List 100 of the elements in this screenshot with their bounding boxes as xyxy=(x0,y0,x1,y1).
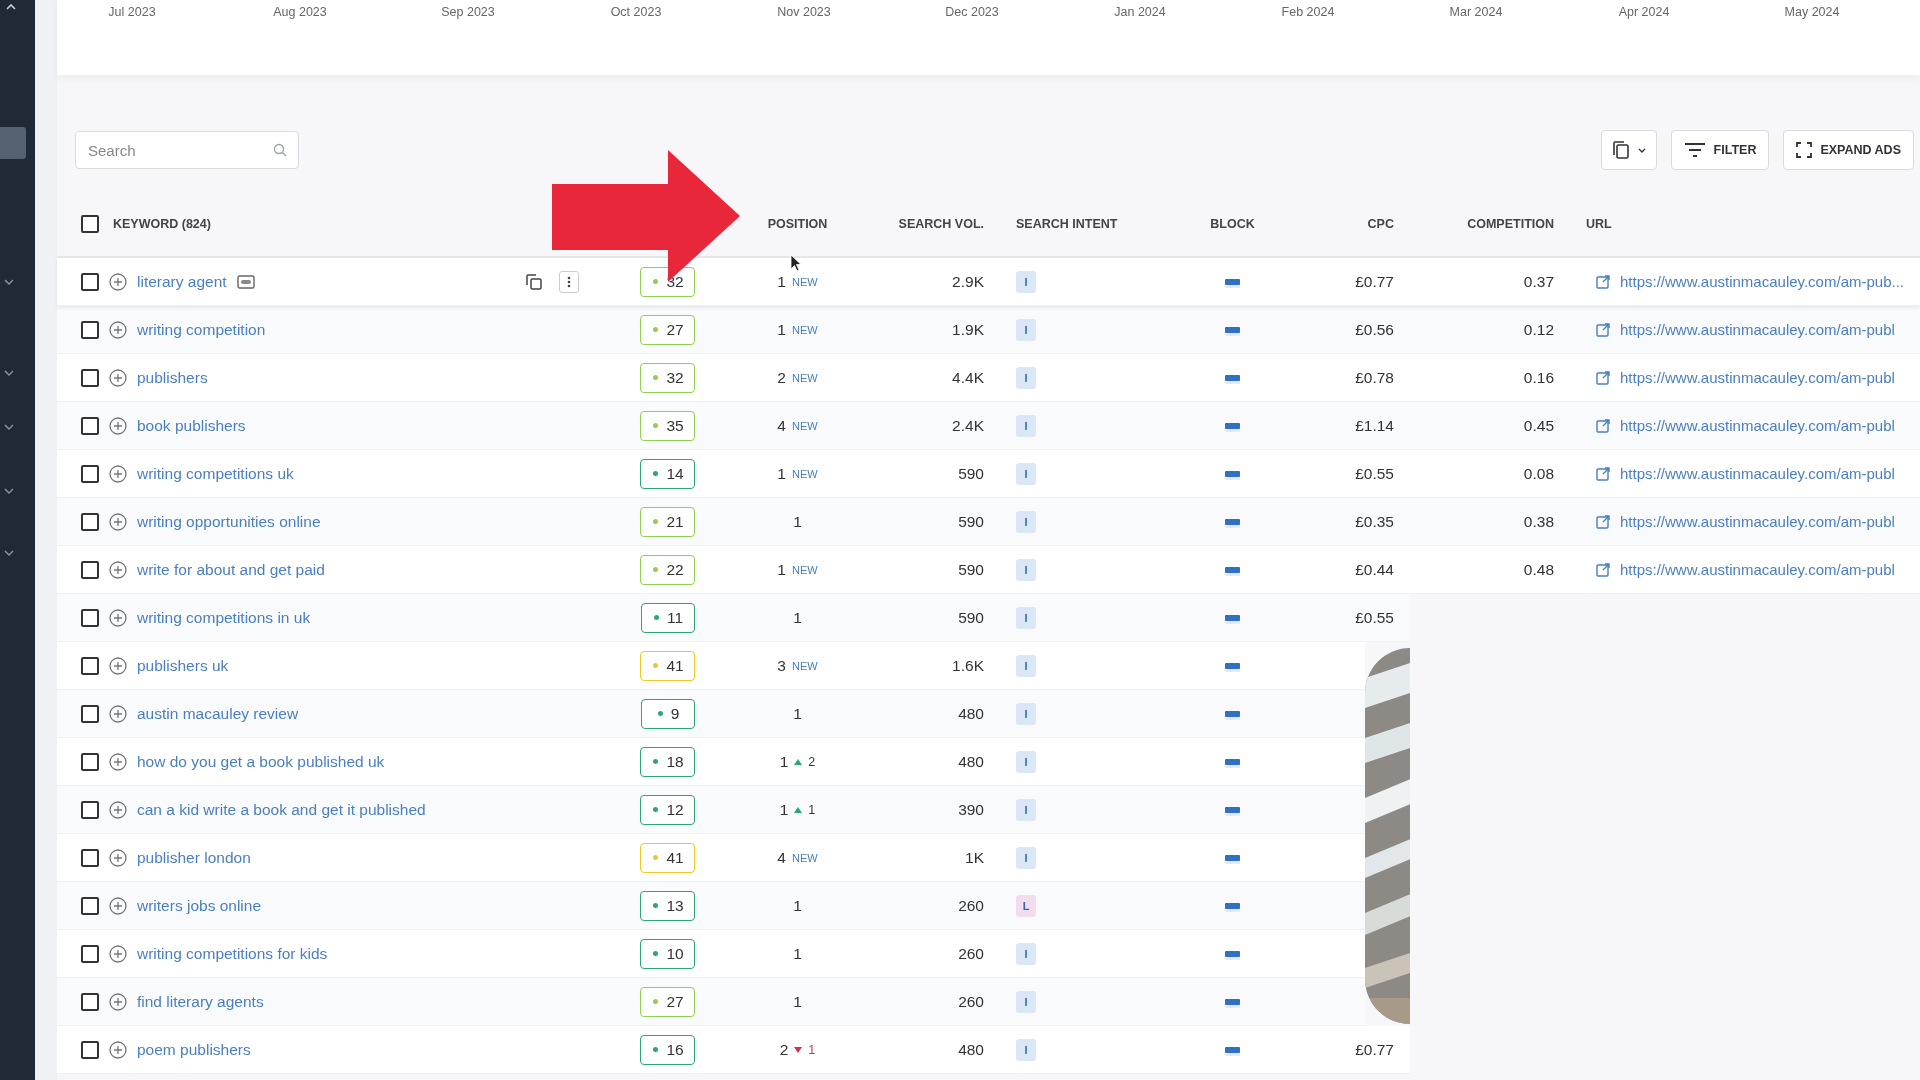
url-link[interactable]: https://www.austinmacauley.com/am-publ xyxy=(1620,417,1895,434)
copy-icon[interactable] xyxy=(525,272,543,291)
checkbox[interactable] xyxy=(81,1040,99,1059)
copy-dropdown[interactable] xyxy=(1600,130,1657,170)
checkbox[interactable] xyxy=(81,320,99,339)
add-icon[interactable] xyxy=(109,752,127,771)
table-row[interactable]: writing competitions uk 14 1 NEW 590 I £0.55 0.08 https://www.austinmacauley.com/am-publ xyxy=(57,450,1920,498)
keyword-link[interactable]: writing competitions for kids xyxy=(137,944,328,963)
filter-button[interactable]: FILTER xyxy=(1670,130,1770,170)
column-header[interactable]: SEARCH VOL. xyxy=(898,217,984,231)
table-row[interactable]: write for about and get paid 22 1 NEW 590 I £0.44 0.48 https://www.austinmacauley.com/am-publ xyxy=(57,546,1920,594)
expand-ads-button[interactable]: EXPAND ADS xyxy=(1783,130,1914,170)
add-icon[interactable] xyxy=(109,368,127,387)
external-link-icon[interactable] xyxy=(1596,562,1610,577)
checkbox[interactable] xyxy=(81,752,99,771)
url-link[interactable]: https://www.austinmacauley.com/am-publ xyxy=(1620,561,1895,578)
column-header[interactable]: URL xyxy=(1586,217,1612,231)
checkbox[interactable] xyxy=(81,656,99,675)
column-header[interactable]: POSITION xyxy=(767,217,828,231)
checkbox[interactable] xyxy=(81,848,99,867)
add-icon[interactable] xyxy=(109,1040,127,1059)
checkbox[interactable] xyxy=(81,704,99,723)
table-row[interactable]: publishers 32 2 NEW 4.4K I £0.78 0.16 https://www.austinmacauley.com/am-publ xyxy=(57,354,1920,402)
add-icon[interactable] xyxy=(109,992,127,1011)
keyword-link[interactable]: writing competitions in uk xyxy=(137,608,311,627)
external-link-icon[interactable] xyxy=(1596,418,1610,433)
keyword-link[interactable]: poem publishers xyxy=(137,1040,251,1059)
keyword-link[interactable]: book publishers xyxy=(137,416,246,435)
add-icon[interactable] xyxy=(109,416,127,435)
search-field[interactable]: Search xyxy=(75,131,299,169)
external-link-icon[interactable] xyxy=(1596,466,1610,481)
chevron-down-icon[interactable] xyxy=(4,550,14,556)
url-link[interactable]: https://www.austinmacauley.com/am-publ xyxy=(1620,369,1895,386)
keyword-link[interactable]: writing opportunities online xyxy=(137,512,321,531)
keyword-link[interactable]: writers jobs online xyxy=(137,896,262,915)
column-header[interactable]: SEARCH INTENT xyxy=(1016,217,1118,231)
url-link[interactable]: https://www.austinmacauley.com/am-publ xyxy=(1620,513,1895,530)
add-icon[interactable] xyxy=(109,848,127,867)
url-link[interactable]: https://www.austinmacauley.com/am-publ xyxy=(1620,465,1895,482)
column-header[interactable]: KEYWORD (824) xyxy=(113,217,211,231)
keyword-link[interactable]: writing competitions uk xyxy=(137,464,294,483)
keyword-link[interactable]: how do you get a book published uk xyxy=(137,752,385,771)
block-icon xyxy=(1225,422,1240,429)
chevron-down-icon[interactable] xyxy=(4,488,14,494)
checkbox[interactable] xyxy=(81,944,99,963)
table-row[interactable]: writing competitions for kids 10 1 260 I xyxy=(57,930,1365,978)
checkbox[interactable] xyxy=(81,992,99,1011)
keyword-link[interactable]: austin macauley review xyxy=(137,704,299,723)
checkbox[interactable] xyxy=(81,368,99,387)
checkbox[interactable] xyxy=(81,416,99,435)
checkbox[interactable] xyxy=(81,464,99,483)
table-row[interactable]: publishers uk 41 3 NEW 1.6K I xyxy=(57,642,1365,690)
keyword-link[interactable]: publishers xyxy=(137,368,208,387)
keyword-link[interactable]: literary agent xyxy=(137,272,227,291)
external-link-icon[interactable] xyxy=(1596,322,1610,337)
column-header[interactable]: CPC xyxy=(1367,217,1394,231)
keyword-link[interactable]: publishers uk xyxy=(137,656,229,675)
checkbox[interactable] xyxy=(81,608,99,627)
chevron-down-icon[interactable] xyxy=(4,279,14,285)
serp-icon[interactable] xyxy=(236,274,255,289)
chevron-down-icon[interactable] xyxy=(4,370,14,376)
external-link-icon[interactable] xyxy=(1596,274,1610,289)
new-tag: NEW xyxy=(791,659,818,672)
add-icon[interactable] xyxy=(109,944,127,963)
checkbox[interactable] xyxy=(81,560,99,579)
chevron-up-icon[interactable] xyxy=(6,4,16,10)
add-icon[interactable] xyxy=(109,656,127,675)
checkbox[interactable] xyxy=(81,512,99,531)
keyword-link[interactable]: find literary agents xyxy=(137,992,264,1011)
checkbox[interactable] xyxy=(81,272,99,291)
intent-badge: I xyxy=(1016,846,1036,869)
external-link-icon[interactable] xyxy=(1596,370,1610,385)
add-icon[interactable] xyxy=(109,896,127,915)
url-link[interactable]: https://www.austinmacauley.com/am-publ xyxy=(1620,321,1895,338)
add-icon[interactable] xyxy=(109,464,127,483)
url-link[interactable]: https://www.austinmacauley.com/am-pub... xyxy=(1620,273,1904,290)
checkbox[interactable] xyxy=(81,215,99,233)
external-link-icon[interactable] xyxy=(1596,514,1610,529)
keyword-link[interactable]: writing competition xyxy=(137,320,266,339)
add-icon[interactable] xyxy=(109,272,127,291)
add-icon[interactable] xyxy=(109,800,127,819)
column-header[interactable]: COMPETITION xyxy=(1467,217,1554,231)
checkbox[interactable] xyxy=(81,800,99,819)
keyword-link[interactable]: write for about and get paid xyxy=(137,560,325,579)
competition-value: 0.12 xyxy=(1523,320,1554,339)
more-button[interactable] xyxy=(559,270,579,293)
checkbox[interactable] xyxy=(81,896,99,915)
add-icon[interactable] xyxy=(109,608,127,627)
add-icon[interactable] xyxy=(109,560,127,579)
table-row[interactable]: how do you get a book published uk 18 1 2 480 I xyxy=(57,738,1365,786)
table-row[interactable]: poem publishers 16 2 1 480 I £0.77 xyxy=(57,1026,1410,1074)
keyword-link[interactable]: publisher london xyxy=(137,848,251,867)
column-header[interactable]: BLOCK xyxy=(1210,217,1255,231)
keyword-link[interactable]: can a kid write a book and get it published xyxy=(137,800,426,819)
chevron-down-icon[interactable] xyxy=(4,424,14,430)
add-icon[interactable] xyxy=(109,512,127,531)
add-icon[interactable] xyxy=(109,704,127,723)
add-icon[interactable] xyxy=(109,320,127,339)
table-row[interactable]: publisher london 41 4 NEW 1K I xyxy=(57,834,1365,882)
volume-value: 260 xyxy=(958,944,984,963)
